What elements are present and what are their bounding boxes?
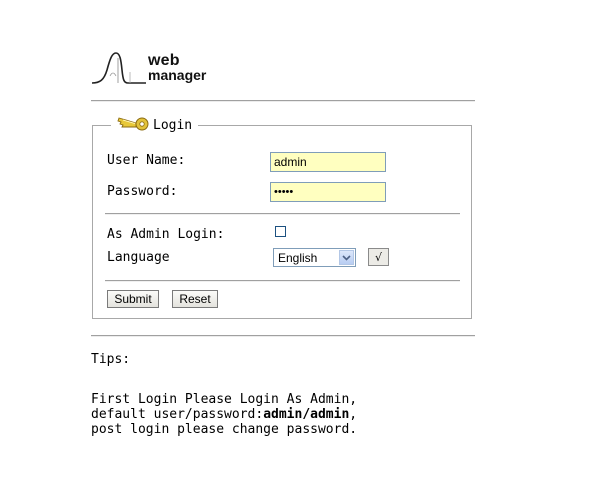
- submit-button[interactable]: Submit: [107, 290, 159, 308]
- tips-line-2-suffix: ,: [349, 407, 358, 422]
- login-legend: Login: [111, 113, 199, 137]
- logo-wave-icon: [91, 52, 146, 84]
- fieldset-divider-2: [105, 280, 460, 282]
- logo-text: web manager: [148, 53, 206, 83]
- fieldset-divider-1: [105, 213, 460, 215]
- logo-word-manager: manager: [148, 67, 207, 83]
- login-title: Login: [153, 117, 193, 133]
- username-input[interactable]: [270, 152, 386, 172]
- language-select[interactable]: English: [273, 248, 356, 267]
- language-selected-value: English: [278, 251, 318, 265]
- language-label: Language: [107, 250, 170, 265]
- tips-title: Tips:: [91, 352, 131, 367]
- tips-line-2: default user/password:admin/admin,: [91, 407, 357, 422]
- tips-line-3: post login please change password.: [91, 422, 358, 437]
- web-manager-logo: web manager: [90, 50, 230, 90]
- username-label: User Name:: [107, 153, 186, 168]
- admin-login-label: As Admin Login:: [107, 227, 225, 242]
- top-divider: [91, 100, 475, 102]
- logo-word-web: web: [148, 52, 180, 69]
- chevron-down-icon[interactable]: [339, 250, 354, 265]
- tips-body: First Login Please Login As Admin, defau…: [91, 392, 357, 437]
- admin-login-checkbox[interactable]: [275, 226, 286, 237]
- bottom-divider: [91, 335, 475, 337]
- tips-line-1: First Login Please Login As Admin,: [91, 392, 358, 407]
- key-icon: [117, 117, 149, 131]
- tips-line-2-prefix: default user/password:: [91, 407, 264, 422]
- apply-language-button[interactable]: √: [368, 248, 389, 266]
- default-credentials: admin/admin: [263, 407, 350, 422]
- reset-button[interactable]: Reset: [172, 290, 218, 308]
- password-input[interactable]: [270, 182, 386, 202]
- password-label: Password:: [107, 184, 178, 199]
